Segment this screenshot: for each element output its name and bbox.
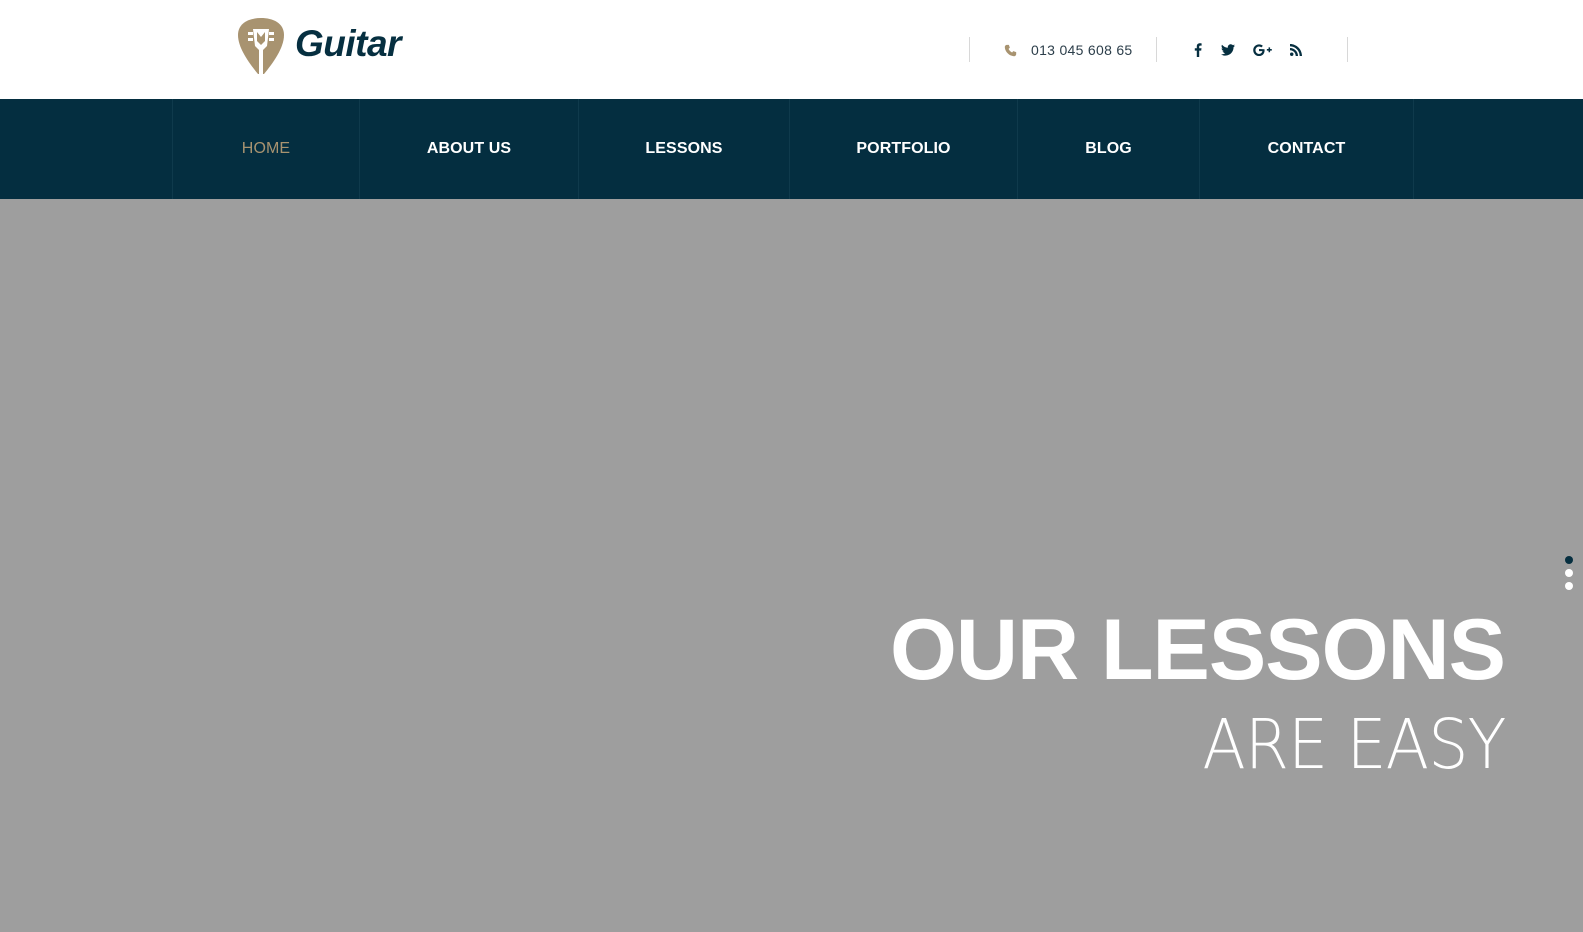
hero-subtitle: ARE EASY	[1201, 705, 1506, 785]
logo-text: Guitar	[295, 23, 401, 64]
slider-pagination	[1565, 556, 1575, 595]
header-divider	[969, 37, 970, 62]
rss-icon	[1290, 44, 1302, 56]
phone-link[interactable]: 013 045 608 65	[1004, 40, 1133, 60]
hero-slider: OUR LESSONS ARE EASY	[0, 199, 1583, 932]
guitar-pick-logo-icon	[238, 18, 284, 74]
twitter-icon	[1221, 44, 1235, 56]
header-divider	[1347, 37, 1348, 62]
social-links	[1188, 39, 1316, 61]
slider-dot[interactable]	[1565, 556, 1573, 564]
nav-item-home[interactable]: HOME	[173, 99, 360, 199]
google-plus-icon	[1252, 44, 1272, 56]
nav-item-blog[interactable]: BLOG	[1018, 99, 1200, 199]
twitter-link[interactable]	[1208, 39, 1248, 61]
nav-item-contact[interactable]: CONTACT	[1200, 99, 1414, 199]
facebook-link[interactable]	[1188, 39, 1208, 61]
slider-dot[interactable]	[1565, 582, 1573, 590]
slider-dot[interactable]	[1565, 569, 1573, 577]
main-navigation: HOME ABOUT US LESSONS PORTFOLIO BLOG CON…	[0, 99, 1583, 199]
header-divider	[1156, 37, 1157, 62]
nav-item-about-us[interactable]: ABOUT US	[360, 99, 579, 199]
google-plus-link[interactable]	[1248, 39, 1276, 61]
nav-item-lessons[interactable]: LESSONS	[579, 99, 790, 199]
hero-title: OUR LESSONS	[890, 602, 1506, 698]
rss-link[interactable]	[1276, 39, 1316, 61]
phone-icon	[1004, 44, 1017, 56]
phone-number: 013 045 608 65	[1031, 42, 1133, 58]
nav-menu: HOME ABOUT US LESSONS PORTFOLIO BLOG CON…	[172, 99, 1414, 199]
logo-link[interactable]: Guitar	[236, 17, 401, 75]
facebook-icon	[1194, 43, 1202, 57]
top-header: Guitar 013 045 608 65	[0, 0, 1583, 99]
nav-item-portfolio[interactable]: PORTFOLIO	[790, 99, 1018, 199]
